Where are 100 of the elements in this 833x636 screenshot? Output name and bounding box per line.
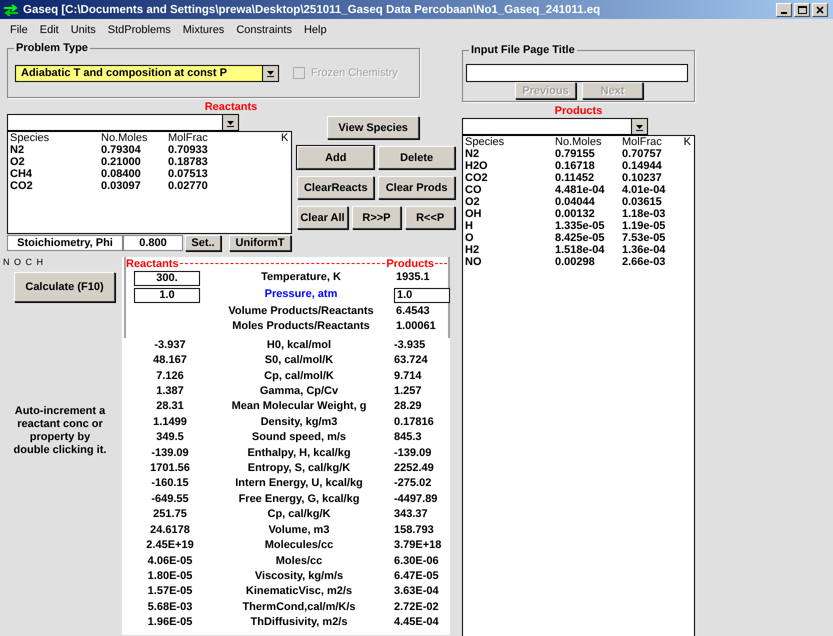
- menu-item[interactable]: Mixtures: [182, 24, 224, 36]
- close-button[interactable]: [812, 2, 828, 16]
- value-text: 9.714: [393, 368, 423, 384]
- list-cell-text: 0.04044: [555, 196, 596, 208]
- property-label: Moles Products/Reactants: [231, 319, 371, 334]
- property-label: Temperature, K: [260, 270, 342, 285]
- species-dropdown[interactable]: [462, 118, 648, 135]
- list-cell-text: 0.00132: [555, 208, 596, 220]
- species-name: NO: [465, 256, 482, 268]
- list-cell-text: 0.21000: [101, 156, 142, 168]
- action-button[interactable]: Clear All: [297, 206, 348, 229]
- property-label: Viscosity, kg/m/s: [254, 568, 344, 584]
- species-name: N2: [465, 148, 480, 160]
- value-field[interactable]: 300.: [134, 271, 200, 286]
- problem-type-dropdown[interactable]: Adiabatic T and composition at const P: [15, 64, 279, 82]
- value-text: 4.45E-04: [393, 615, 440, 630]
- species-name: H2O: [465, 160, 489, 172]
- list-cell-text: 0.14944: [622, 160, 663, 172]
- species-name: CO: [465, 184, 482, 196]
- value-text: 1935.1: [395, 270, 431, 285]
- list-cell-text: 0.03615: [622, 196, 663, 208]
- list-cell-text: 0.02770: [168, 180, 209, 192]
- action-button[interactable]: View Species: [327, 116, 419, 139]
- species-name: O2: [465, 196, 481, 208]
- list-cell-text: 0.70933: [168, 144, 209, 156]
- list-cell-text: 0.08400: [101, 168, 142, 180]
- property-label: Volume Products/Reactants: [227, 304, 375, 319]
- species-name: CH4: [10, 168, 34, 180]
- list-cell-text: 0.79304: [101, 144, 142, 156]
- action-button[interactable]: Add: [297, 146, 374, 169]
- products-list[interactable]: [462, 135, 695, 636]
- list-cell-text: 0.16718: [555, 160, 596, 172]
- menu-item[interactable]: Constraints: [236, 24, 292, 36]
- action-button[interactable]: Clear Prods: [378, 176, 456, 199]
- action-button[interactable]: ClearReacts: [297, 176, 374, 199]
- value-text: 1.00061: [395, 319, 437, 334]
- property-label: H0, kcal/mol: [266, 338, 332, 353]
- menu-item[interactable]: Help: [304, 24, 327, 36]
- species-dropdown[interactable]: [7, 114, 239, 131]
- value-text: 1.80E-05: [146, 568, 194, 584]
- maximize-button[interactable]: [794, 2, 810, 16]
- species-name: O: [465, 232, 475, 244]
- action-button[interactable]: Delete: [378, 146, 456, 169]
- value-text: 3.63E-04: [393, 584, 440, 600]
- value-text: 24.6178: [149, 522, 191, 538]
- window-title: Gaseq [C:\Documents and Settings\prewa\Desktop\251011_Gaseq Data Percobaan\No1_Gaseq_241011.eq: [23, 4, 602, 16]
- value-text: 48.167: [152, 353, 188, 368]
- list-cell-text: 0.18783: [168, 156, 209, 168]
- property-label: Free Energy, G, kcal/kg: [238, 492, 360, 507]
- column-header: MolFrac: [622, 136, 663, 148]
- property-label: Gamma, Cp/Cv: [258, 384, 340, 400]
- property-label: Moles/cc: [274, 554, 324, 568]
- list-cell-text: 0.10237: [622, 172, 663, 184]
- list-cell-text: 7.53e-05: [622, 232, 666, 244]
- stoichiometry-button[interactable]: UniformT: [229, 235, 291, 251]
- section-title: Products: [554, 104, 604, 118]
- calculate-button[interactable]: Calculate (F10): [14, 272, 115, 302]
- species-name: CO2: [465, 172, 489, 184]
- column-heading: Reactants: [126, 258, 179, 270]
- menu-item[interactable]: Units: [70, 24, 96, 36]
- maximize-icon: [798, 6, 806, 14]
- phi-field[interactable]: 0.800: [123, 235, 183, 251]
- value-text: -139.09: [150, 446, 190, 461]
- value-text: 3.79E+18: [393, 538, 442, 554]
- column-heading: Products: [386, 258, 434, 270]
- value-text: 2.72E-02: [393, 600, 440, 615]
- species-name: O2: [10, 156, 26, 168]
- menu-item[interactable]: File: [10, 24, 28, 36]
- value-field[interactable]: 1.0: [134, 288, 200, 303]
- property-label: Cp, cal/mol/K: [263, 368, 335, 384]
- property-label: Intern Energy, U, kcal/kg: [234, 476, 364, 492]
- page-title-field[interactable]: [466, 64, 688, 82]
- arrows-icon: [3, 4, 19, 16]
- stoichiometry-button[interactable]: Set..: [185, 235, 221, 251]
- hint-text: Auto-increment a reactant conc or property by double clicking it.: [12, 405, 108, 457]
- list-cell-text: 0.00298: [555, 256, 596, 268]
- checkbox-label: Frozen Chemistry: [311, 67, 398, 79]
- value-text: 251.75: [152, 507, 188, 522]
- value-text: 6.4543: [395, 304, 431, 319]
- list-cell-text: 4.481e-04: [555, 184, 606, 196]
- value-text: -160.15: [150, 476, 190, 492]
- species-name: H: [465, 220, 474, 232]
- list-cell-text: 2.66e-03: [622, 256, 666, 268]
- minimize-button[interactable]: [776, 2, 792, 16]
- list-cell-text: 1.18e-03: [622, 208, 666, 220]
- reactants-list[interactable]: Species No.Moles MolFrac K N2 0.79304 0.70933 O2 0.21000 0.18783 CH4 0.08400 0.07513 CO2 0.03097 0.02770: [7, 131, 292, 234]
- property-label: Sound speed, m/s: [250, 430, 348, 446]
- action-button[interactable]: R>>P: [352, 206, 402, 229]
- species-name: H2: [465, 244, 480, 256]
- menu-item[interactable]: Edit: [40, 24, 59, 36]
- value-text: 6.30E-06: [393, 554, 440, 568]
- action-button[interactable]: R<<P: [405, 206, 455, 229]
- species-name: OH: [465, 208, 482, 220]
- value-text: 1.1499: [152, 414, 188, 430]
- menu-item[interactable]: StdProblems: [108, 24, 171, 36]
- value-field[interactable]: 1.0: [394, 288, 450, 303]
- column-header: No.Moles: [101, 132, 148, 144]
- value-text: 0.17816: [393, 414, 435, 430]
- list-cell-text: 0.11452: [555, 172, 596, 184]
- value-text: -3.937: [153, 338, 187, 353]
